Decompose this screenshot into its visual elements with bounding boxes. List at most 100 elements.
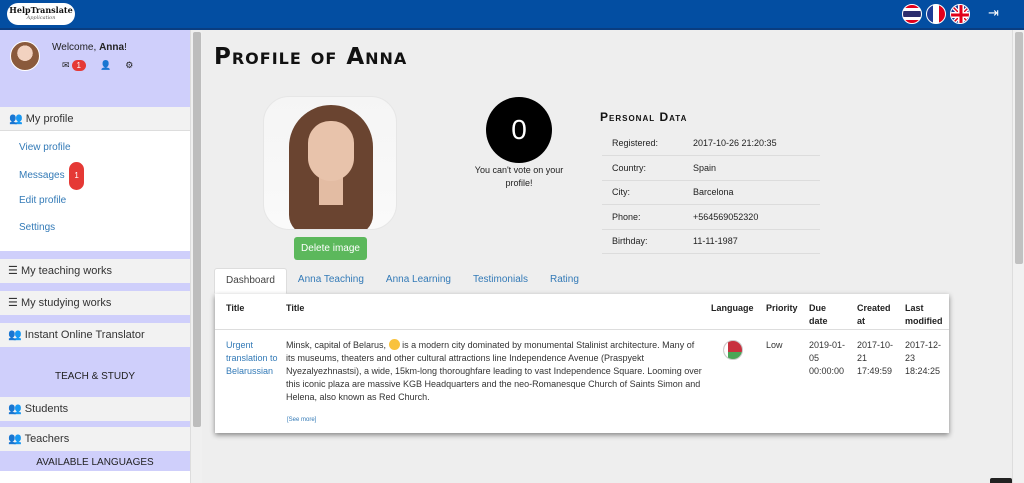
col-language: Language bbox=[711, 303, 754, 313]
personal-row: City: Barcelona bbox=[602, 180, 820, 205]
teach-study-heading: TEACH & STUDY bbox=[0, 347, 190, 397]
welcome-name: Anna bbox=[99, 42, 125, 53]
photo-face bbox=[308, 121, 354, 181]
sidebar-label: My studying works bbox=[20, 297, 112, 309]
delete-image-button[interactable]: Delete image bbox=[294, 237, 367, 260]
sidebar-item-instant-translator[interactable]: 👥 Instant Online Translator bbox=[0, 323, 190, 347]
sidebar: Welcome, Anna! ✉ 1 👤 ⚙ 👥 My profile View … bbox=[0, 30, 190, 483]
sidebar-link-settings[interactable]: Settings bbox=[0, 215, 190, 242]
profile-tabs: Dashboard Anna Teaching Anna Learning Te… bbox=[214, 268, 590, 294]
personal-data-title: Personal Data bbox=[600, 110, 688, 124]
dashboard-table-card: Title Title Language Priority Due date C… bbox=[215, 294, 949, 433]
sidebar-separator bbox=[0, 315, 190, 323]
row-due-date: 2019-01-05 00:00:00 bbox=[809, 340, 846, 376]
sidebar-label: Instant Online Translator bbox=[24, 329, 145, 341]
personal-key: Birthday: bbox=[602, 229, 683, 254]
smiley-icon bbox=[388, 339, 400, 350]
personal-row: Registered: 2017-10-26 21:20:35 bbox=[602, 131, 820, 156]
sidebar-label: My profile bbox=[25, 113, 74, 125]
row-priority: Low bbox=[766, 340, 783, 350]
sidebar-item-studying[interactable]: ☰ My studying works bbox=[0, 291, 190, 315]
col-title-text: Title bbox=[286, 303, 305, 313]
sidebar-label: Teachers bbox=[24, 433, 70, 445]
users-icon: 👥 bbox=[8, 433, 22, 445]
sidebar-item-teachers[interactable]: 👥 Teachers bbox=[0, 427, 190, 451]
sidebar-item-my-profile[interactable]: 👥 My profile bbox=[0, 107, 190, 131]
personal-row: Birthday: 11-11-1987 bbox=[602, 229, 820, 254]
personal-value: +564569052320 bbox=[683, 204, 820, 230]
row-title-link[interactable]: Urgent translation to Belarussian bbox=[226, 339, 281, 378]
messages-label: Messages bbox=[19, 169, 65, 181]
welcome-prefix: Welcome, bbox=[52, 42, 100, 53]
logout-icon[interactable]: ⇥ bbox=[988, 5, 999, 21]
tab-dashboard[interactable]: Dashboard bbox=[214, 268, 287, 294]
col-last-modified: Last modified bbox=[905, 303, 943, 326]
welcome-text: Welcome, Anna! bbox=[52, 42, 127, 53]
main-scroll-thumb[interactable] bbox=[1015, 32, 1023, 264]
main-scrollbar[interactable] bbox=[1012, 30, 1024, 483]
tab-anna-learning[interactable]: Anna Learning bbox=[375, 268, 462, 294]
sidebar-scrollbar[interactable] bbox=[190, 30, 202, 483]
thai-flag-icon[interactable] bbox=[902, 4, 922, 24]
top-navbar: HelpTranslate Application ⇥ bbox=[0, 0, 1024, 30]
see-more-link[interactable]: [See more] bbox=[287, 417, 316, 423]
col-title: Title bbox=[226, 303, 245, 313]
user-icon[interactable]: 👤 bbox=[100, 60, 111, 71]
row-created-at: 2017-10-21 17:49:59 bbox=[857, 340, 894, 376]
row-description: Minsk, capital of Belarus, is a modern c… bbox=[286, 339, 702, 404]
col-due-date: Due date bbox=[809, 303, 828, 326]
messages-badge: 1 bbox=[69, 161, 84, 190]
list-icon: ☰ bbox=[8, 297, 18, 309]
personal-key: Country: bbox=[602, 155, 683, 181]
welcome-panel: Welcome, Anna! ✉ 1 👤 ⚙ bbox=[0, 30, 190, 94]
personal-value: Spain bbox=[683, 155, 820, 181]
sidebar-item-teaching[interactable]: ☰ My teaching works bbox=[0, 259, 190, 283]
personal-key: Registered: bbox=[602, 131, 683, 156]
chat-widget-tab[interactable] bbox=[990, 478, 1012, 483]
gear-icon[interactable]: ⚙ bbox=[125, 60, 133, 71]
tab-anna-teaching[interactable]: Anna Teaching bbox=[287, 268, 375, 294]
welcome-suffix: ! bbox=[124, 42, 127, 53]
logo-title: HelpTranslate bbox=[9, 5, 73, 15]
france-flag-icon[interactable] bbox=[926, 4, 946, 24]
row-last-modified: 2017-12-23 18:24:25 bbox=[905, 340, 942, 376]
sidebar-separator bbox=[0, 251, 190, 259]
description-start: Minsk, capital of Belarus, bbox=[286, 340, 387, 350]
sidebar-item-students[interactable]: 👥 Students bbox=[0, 397, 190, 421]
sidebar-separator bbox=[0, 283, 190, 291]
users-icon: 👥 bbox=[9, 113, 23, 125]
users-icon: 👥 bbox=[8, 329, 22, 341]
personal-data-table: Registered: 2017-10-26 21:20:35 Country: S… bbox=[602, 131, 820, 254]
list-icon: ☰ bbox=[8, 265, 18, 277]
page-title: Profile of Anna bbox=[214, 44, 408, 70]
users-icon: 👥 bbox=[8, 403, 22, 415]
app-logo[interactable]: HelpTranslate Application bbox=[7, 3, 75, 25]
sidebar-scroll-thumb[interactable] bbox=[193, 32, 201, 427]
tab-rating[interactable]: Rating bbox=[539, 268, 590, 294]
personal-row: Country: Spain bbox=[602, 155, 820, 181]
uk-flag-icon[interactable] bbox=[950, 4, 970, 24]
envelope-icon[interactable]: ✉ 1 bbox=[62, 60, 86, 71]
available-languages-heading: AVAILABLE LANGUAGES bbox=[0, 451, 190, 471]
belarus-flag-icon bbox=[723, 340, 743, 360]
personal-value: 2017-10-26 21:20:35 bbox=[683, 131, 820, 156]
sidebar-link-view-profile[interactable]: View profile bbox=[0, 135, 190, 162]
personal-key: Phone: bbox=[602, 204, 683, 230]
personal-key: City: bbox=[602, 180, 683, 205]
main-content: Profile of Anna Delete image 0 You can't… bbox=[202, 30, 1012, 483]
vote-count: 0 bbox=[486, 97, 552, 163]
personal-row: Phone: +564569052320 bbox=[602, 204, 820, 230]
message-count-badge: 1 bbox=[71, 60, 86, 71]
profile-photo bbox=[263, 96, 397, 230]
sidebar-link-edit-profile[interactable]: Edit profile bbox=[0, 188, 190, 215]
personal-value: Barcelona bbox=[683, 180, 820, 205]
sidebar-link-messages[interactable]: Messages 1 bbox=[0, 161, 190, 190]
avatar[interactable] bbox=[10, 41, 40, 71]
table-header-divider bbox=[215, 329, 949, 330]
sidebar-gap bbox=[0, 94, 190, 107]
tab-testimonials[interactable]: Testimonials bbox=[462, 268, 539, 294]
col-created-at: Created at bbox=[857, 303, 891, 326]
sidebar-label: Students bbox=[24, 403, 69, 415]
sidebar-label: My teaching works bbox=[20, 265, 113, 277]
